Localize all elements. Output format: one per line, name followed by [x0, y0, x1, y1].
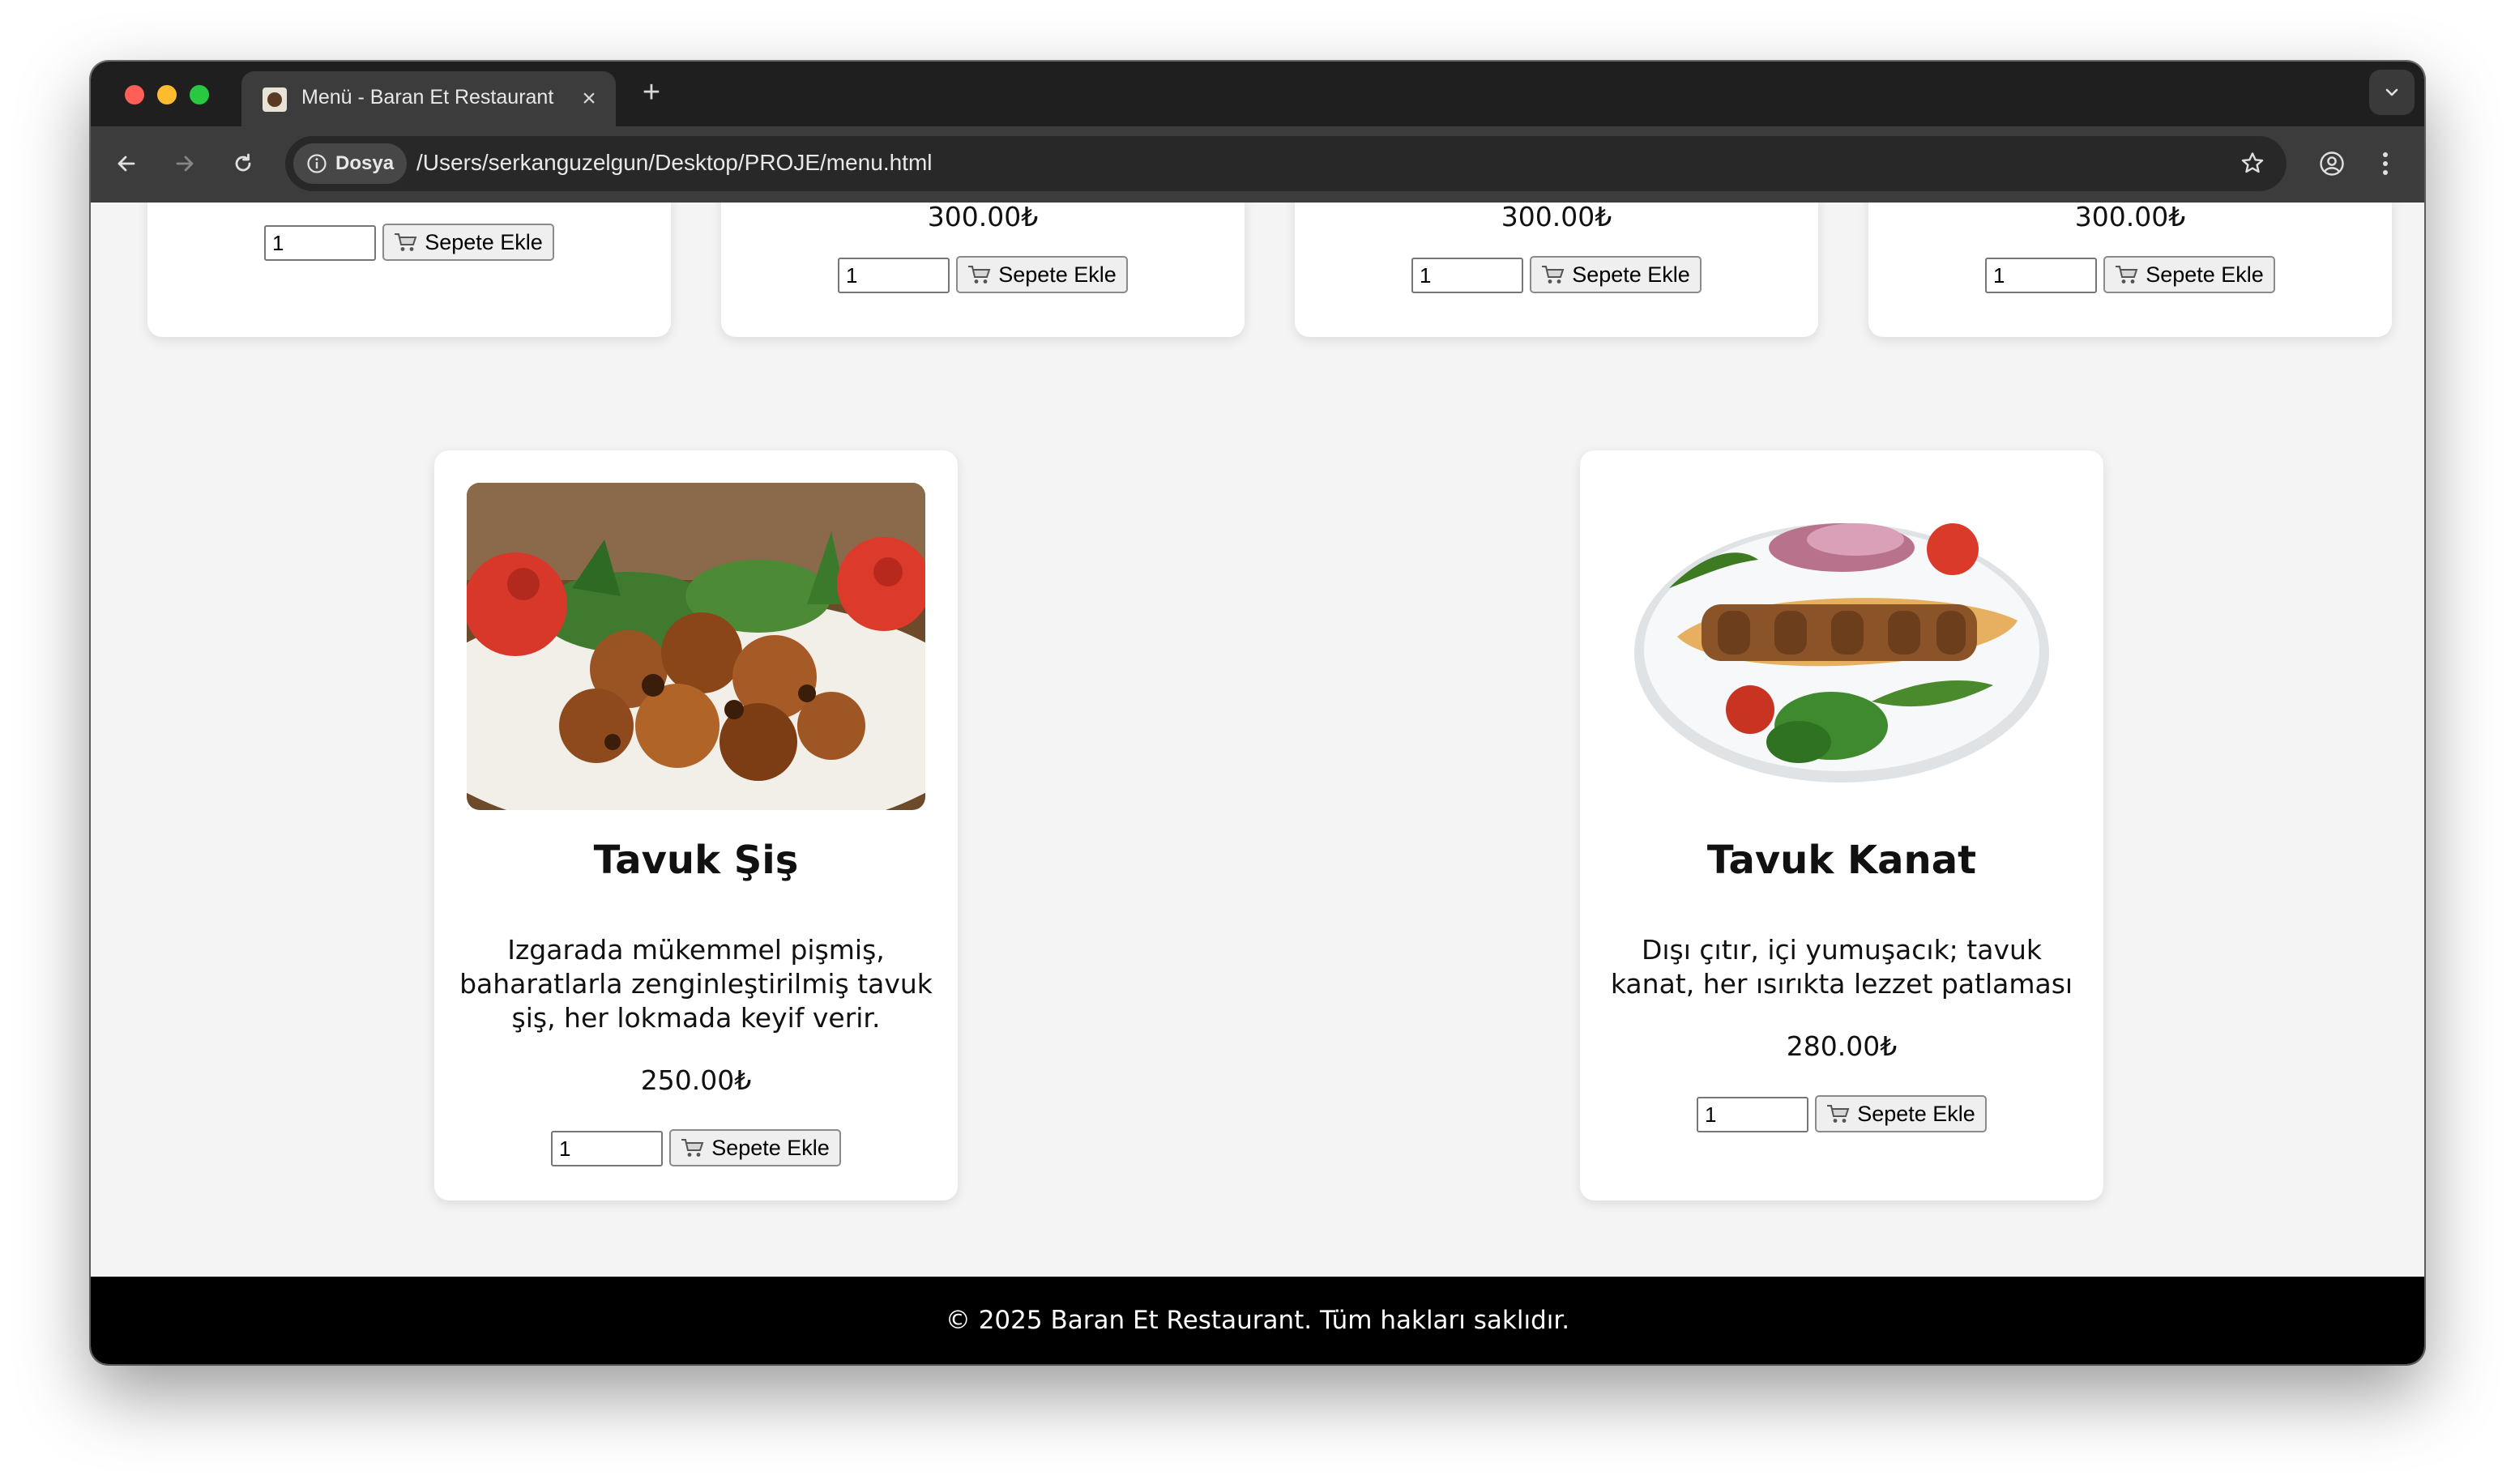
quantity-input[interactable]	[838, 258, 950, 293]
quantity-input[interactable]	[1411, 258, 1523, 293]
add-to-cart-label: Sepete Ekle	[2146, 262, 2264, 287]
add-to-cart-button[interactable]: Sepete Ekle	[1815, 1095, 1987, 1132]
tab-strip: Menü - Baran Et Restaurant × +	[91, 62, 2424, 126]
product-title: Tavuk Şiş	[593, 838, 799, 883]
url-text[interactable]: /Users/serkanguzelgun/Desktop/PROJE/menu…	[416, 150, 933, 176]
kebab-menu-icon	[2383, 152, 2388, 175]
tavuk-kanat-image	[1612, 483, 2071, 810]
quantity-input[interactable]	[1985, 258, 2097, 293]
menu-card: Sepete Ekle	[147, 203, 671, 337]
reload-button[interactable]	[224, 144, 263, 183]
site-info-chip[interactable]: Dosya	[293, 143, 407, 184]
browser-window: Menü - Baran Et Restaurant × + Dosya /Us…	[91, 62, 2424, 1364]
star-icon	[2241, 152, 2264, 173]
chevron-down-icon	[2385, 88, 2398, 96]
back-button[interactable]	[107, 144, 146, 183]
price-label: 250.00₺	[640, 1064, 752, 1096]
price-label: 300.00₺	[927, 203, 1039, 232]
arrow-left-icon	[117, 156, 135, 172]
tab-menu[interactable]: Menü - Baran Et Restaurant ×	[241, 71, 616, 126]
add-to-cart-button[interactable]: Sepete Ekle	[669, 1129, 841, 1166]
reload-icon	[235, 153, 251, 172]
tavuk-sis-image	[467, 483, 925, 810]
product-title: Tavuk Kanat	[1706, 838, 1977, 883]
shopping-cart-icon	[394, 232, 418, 253]
tab-close-button[interactable]: ×	[577, 83, 601, 115]
shopping-cart-icon	[681, 1137, 705, 1158]
add-to-cart-button[interactable]: Sepete Ekle	[956, 256, 1128, 293]
add-to-cart-label: Sepete Ekle	[1572, 262, 1690, 287]
profile-icon	[2320, 151, 2344, 176]
product-description: Izgarada mükemmel pişmiş, baharatlarla z…	[459, 934, 933, 1034]
shopping-cart-icon	[2115, 264, 2139, 285]
menu-card: 300.00₺ Sepete Ekle	[721, 203, 1245, 337]
forward-button[interactable]	[165, 144, 204, 183]
bookmark-button[interactable]	[2235, 146, 2270, 181]
add-to-cart-label: Sepete Ekle	[1857, 1101, 1975, 1126]
quantity-input[interactable]	[264, 225, 376, 261]
profile-button[interactable]	[2312, 144, 2351, 183]
shopping-cart-icon	[1541, 264, 1565, 285]
price-label: 300.00₺	[2074, 203, 2186, 232]
menu-card: 300.00₺ Sepete Ekle	[1295, 203, 1818, 337]
menu-card: 300.00₺ Sepete Ekle	[1868, 203, 2392, 337]
tab-search-button[interactable]	[2369, 70, 2415, 115]
quantity-input[interactable]	[551, 1131, 663, 1166]
window-minimize-button[interactable]	[157, 85, 177, 104]
new-tab-button[interactable]: +	[635, 76, 668, 109]
add-to-cart-label: Sepete Ekle	[711, 1135, 830, 1160]
page-viewport: Sepete Ekle 300.00₺ Sepete Ekle 300.00₺ …	[91, 203, 2424, 1364]
window-maximize-button[interactable]	[190, 85, 209, 104]
info-icon	[307, 154, 327, 173]
add-to-cart-label: Sepete Ekle	[425, 229, 543, 254]
browser-toolbar: Dosya /Users/serkanguzelgun/Desktop/PROJ…	[91, 126, 2424, 203]
footer-copyright: © 2025 Baran Et Restaurant. Tüm hakları …	[945, 1306, 1570, 1335]
browser-menu-button[interactable]	[2372, 144, 2398, 183]
arrow-right-icon	[176, 156, 194, 172]
page-footer: © 2025 Baran Et Restaurant. Tüm hakları …	[91, 1277, 2424, 1364]
window-close-button[interactable]	[125, 85, 144, 104]
site-info-label: Dosya	[335, 152, 395, 174]
add-to-cart-button[interactable]: Sepete Ekle	[2103, 256, 2275, 293]
tab-title: Menü - Baran Et Restaurant	[301, 86, 554, 109]
shopping-cart-icon	[1826, 1103, 1851, 1124]
product-card-tavuk-sis: Tavuk Şiş Izgarada mükemmel pişmiş, baha…	[434, 450, 958, 1200]
add-to-cart-button[interactable]: Sepete Ekle	[1530, 256, 1702, 293]
price-label: 300.00₺	[1501, 203, 1612, 232]
price-label: 280.00₺	[1786, 1030, 1898, 1062]
address-bar[interactable]: Dosya /Users/serkanguzelgun/Desktop/PROJ…	[285, 136, 2287, 191]
add-to-cart-button[interactable]: Sepete Ekle	[382, 224, 554, 261]
product-card-tavuk-kanat: Tavuk Kanat Dışı çıtır, içi yumuşacık; t…	[1580, 450, 2103, 1200]
add-to-cart-label: Sepete Ekle	[998, 262, 1117, 287]
shopping-cart-icon	[967, 264, 992, 285]
quantity-input[interactable]	[1697, 1097, 1808, 1132]
restaurant-favicon-icon	[263, 87, 287, 112]
product-description: Dışı çıtır, içi yumuşacık; tavuk kanat, …	[1610, 934, 2073, 1000]
